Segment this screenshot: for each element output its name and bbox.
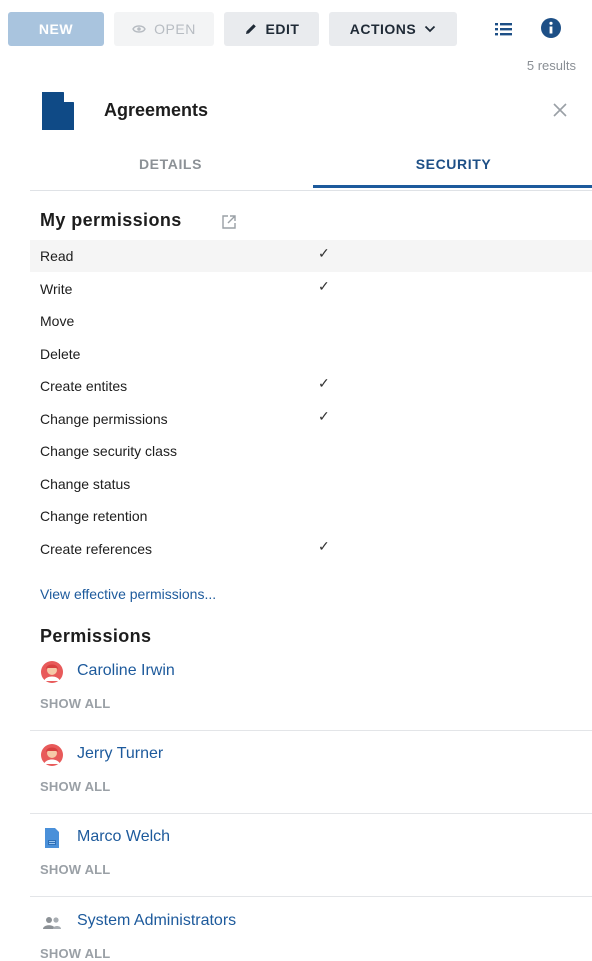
permission-label: Change retention <box>40 508 148 524</box>
permission-label: Write <box>40 281 73 297</box>
permission-row-move: Move <box>30 305 592 337</box>
toolbar: NEW OPEN EDIT ACTIONS <box>0 0 592 58</box>
check-icon: ✓ <box>318 408 330 424</box>
permission-row-create-references: Create references ✓ <box>30 533 592 565</box>
actions-button[interactable]: ACTIONS <box>329 12 457 46</box>
show-all-button[interactable]: SHOW ALL <box>40 696 110 711</box>
open-button-label: OPEN <box>154 21 196 37</box>
tab-security-label: SECURITY <box>415 156 492 172</box>
show-all-button[interactable]: SHOW ALL <box>40 779 110 794</box>
document-icon <box>42 92 75 130</box>
permission-label: Create references <box>40 541 153 557</box>
edit-button[interactable]: EDIT <box>224 12 319 46</box>
principal-name-link[interactable]: System Administrators <box>77 912 236 930</box>
permission-row-create-entities: Create entites ✓ <box>30 370 592 402</box>
open-button[interactable]: OPEN <box>114 12 214 46</box>
permission-label: Delete <box>40 346 81 362</box>
id-card-icon <box>45 828 59 848</box>
permission-label: Change permissions <box>40 411 168 427</box>
eye-icon <box>132 25 146 33</box>
user-avatar-icon <box>41 661 63 683</box>
list-view-icon[interactable] <box>492 18 514 40</box>
principal-name-link[interactable]: Marco Welch <box>77 828 170 846</box>
permission-row-write: Write ✓ <box>30 273 592 305</box>
my-permissions-heading: My permissions <box>40 210 182 230</box>
new-button[interactable]: NEW <box>8 12 104 46</box>
permission-row-read: Read ✓ <box>30 240 592 272</box>
check-icon: ✓ <box>318 245 330 261</box>
permission-row-change-permissions: Change permissions ✓ <box>30 403 592 435</box>
permission-row-change-retention: Change retention <box>30 500 592 532</box>
user-avatar-icon <box>41 744 63 766</box>
open-external-icon[interactable] <box>220 213 238 231</box>
principal-name-link[interactable]: Jerry Turner <box>77 745 163 763</box>
permissions-heading: Permissions <box>40 626 152 646</box>
edit-button-label: EDIT <box>265 21 300 37</box>
new-button-label: NEW <box>38 21 74 37</box>
permission-row-change-status: Change status <box>30 468 592 500</box>
check-icon: ✓ <box>318 538 330 554</box>
chevron-down-icon <box>425 25 436 33</box>
principal-name-link[interactable]: Caroline Irwin <box>77 662 175 680</box>
check-icon: ✓ <box>318 375 330 391</box>
divider <box>30 730 592 731</box>
tab-details-label: DETAILS <box>138 156 203 172</box>
tab-details[interactable]: DETAILS <box>30 140 311 188</box>
show-all-button[interactable]: SHOW ALL <box>40 862 110 877</box>
permission-label: Create entites <box>40 378 128 394</box>
close-icon[interactable] <box>550 100 570 120</box>
results-count: 5 results <box>526 58 576 73</box>
group-icon <box>43 917 61 929</box>
actions-button-label: ACTIONS <box>349 21 417 37</box>
active-tab-indicator <box>313 185 592 188</box>
tab-security[interactable]: SECURITY <box>313 140 592 188</box>
check-icon: ✓ <box>318 278 330 294</box>
view-effective-permissions-link[interactable]: View effective permissions... <box>40 586 216 602</box>
permission-label: Change security class <box>40 443 177 459</box>
pencil-icon <box>245 24 256 34</box>
tab-bar: DETAILS SECURITY <box>30 140 592 191</box>
panel-title: Agreements <box>104 100 209 120</box>
permission-row-change-security-class: Change security class <box>30 435 592 467</box>
permission-label: Move <box>40 313 75 329</box>
permission-label: Read <box>40 248 74 264</box>
permission-label: Change status <box>40 476 131 492</box>
divider <box>30 896 592 897</box>
info-icon[interactable] <box>540 17 562 39</box>
divider <box>30 813 592 814</box>
show-all-button[interactable]: SHOW ALL <box>40 946 110 961</box>
permission-row-delete: Delete <box>30 338 592 370</box>
